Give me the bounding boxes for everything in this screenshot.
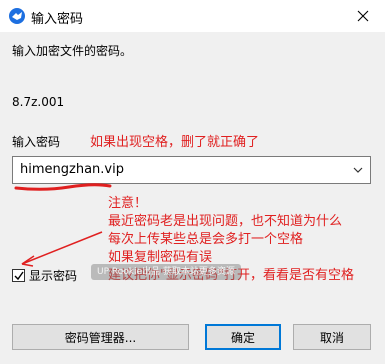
annotation-note-line: 最近密码老是出现问题，也不知道为什么 xyxy=(108,214,343,229)
show-password-row[interactable]: 显示密码 xyxy=(12,267,77,284)
annotation-note-line: 注意！ xyxy=(108,196,148,211)
close-button[interactable] xyxy=(341,0,385,32)
file-name: 8.7z.001 xyxy=(12,95,65,109)
ok-button[interactable]: 确定 xyxy=(205,324,281,350)
show-password-checkbox[interactable] xyxy=(12,269,25,282)
window-title: 输入密码 xyxy=(31,12,84,27)
app-icon xyxy=(8,7,26,25)
prompt-text: 输入加密文件的密码。 xyxy=(12,44,133,58)
checkmark-icon xyxy=(14,271,24,281)
close-icon xyxy=(357,10,369,22)
password-dialog: 输入密码 输入加密文件的密码。 8.7z.001 输入密码 如果出现空格，删了就… xyxy=(0,0,385,364)
password-value: himengzhan.vip xyxy=(20,162,124,177)
annotation-space-note: 如果出现空格，删了就正确了 xyxy=(90,135,260,150)
chevron-down-icon[interactable] xyxy=(353,166,363,174)
watermark: UP Rookie出品 获取本站更多资源 xyxy=(91,264,241,280)
cancel-button[interactable]: 取消 xyxy=(293,324,371,350)
annotation-underline xyxy=(14,183,112,191)
show-password-label: 显示密码 xyxy=(29,269,78,283)
title-bar: 输入密码 xyxy=(0,0,385,32)
password-manager-button[interactable]: 密码管理器... xyxy=(12,324,189,350)
password-label: 输入密码 xyxy=(12,135,61,149)
annotation-note-line: 每次上传某些总是会多打一个空格 xyxy=(108,232,304,247)
